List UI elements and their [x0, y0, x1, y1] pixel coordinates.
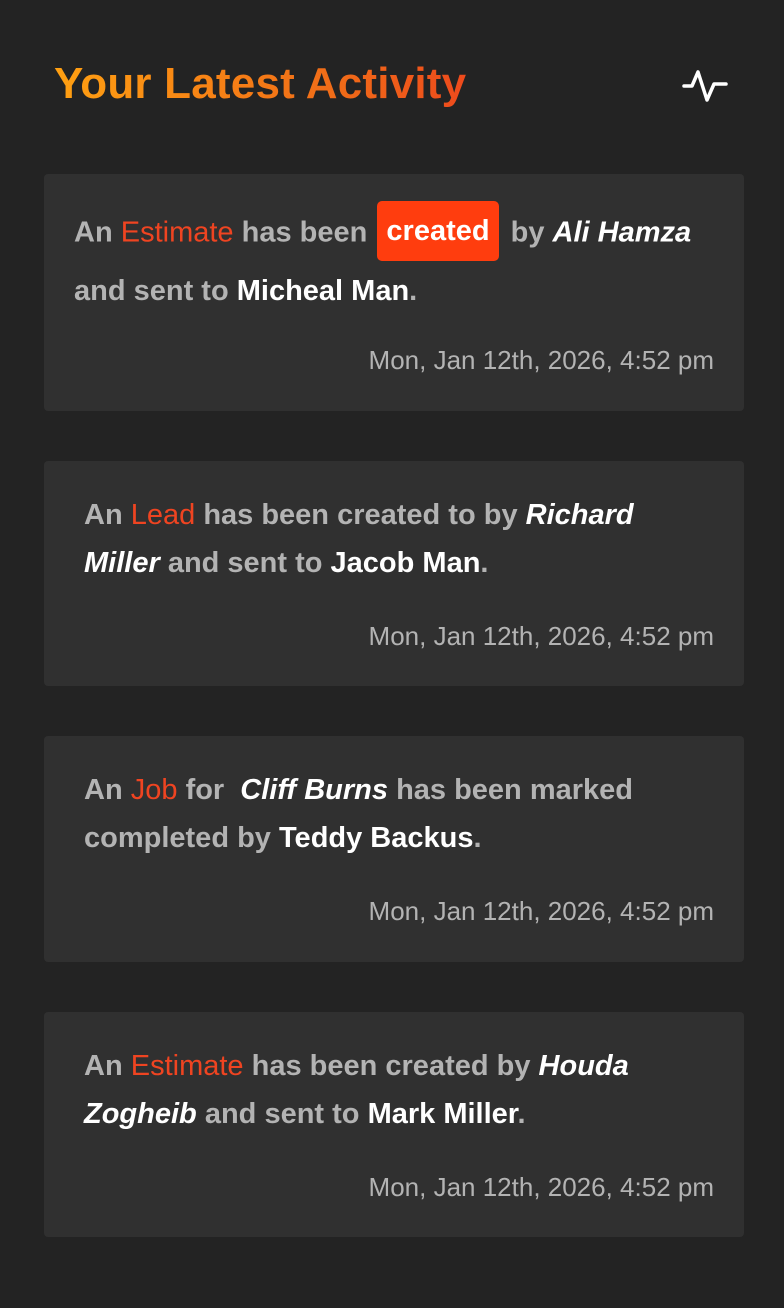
activity-pulse-icon [682, 70, 728, 102]
message-end: . [517, 1098, 526, 1130]
activity-timestamp: Mon, Jan 12th, 2026, 4:52 pm [368, 1172, 714, 1202]
entity-link-estimate[interactable]: Estimate [131, 1050, 244, 1082]
activity-timestamp: Mon, Jan 12th, 2026, 4:52 pm [368, 621, 714, 651]
actor-name[interactable]: Ali Hamza [553, 217, 692, 249]
message-text: has been [241, 216, 368, 249]
activity-message: An Lead has been created to by Richard M… [84, 491, 704, 587]
activity-timestamp: Mon, Jan 12th, 2026, 4:52 pm [368, 345, 714, 375]
activity-card: An Estimate has been created by Houda Zo… [44, 1012, 744, 1237]
message-text: and sent to [167, 547, 323, 579]
entity-link-estimate[interactable]: Estimate [121, 217, 234, 249]
actor-name[interactable]: Cliff Burns [240, 774, 388, 806]
page-header: Your Latest Activity [54, 54, 730, 118]
recipient-name[interactable]: Teddy Backus [279, 822, 473, 854]
activity-message: An Estimate has been created by Ali Hamz… [74, 201, 734, 318]
message-prefix: An [84, 1050, 123, 1082]
activity-timestamp: Mon, Jan 12th, 2026, 4:52 pm [368, 896, 714, 926]
message-text: by [510, 216, 545, 249]
recipient-name[interactable]: Jacob Man [331, 547, 481, 579]
message-text: and sent to [204, 1098, 360, 1130]
recipient-name[interactable]: Mark Miller [368, 1098, 518, 1130]
activity-card: An Job for Cliff Burns has been marked c… [44, 736, 744, 962]
message-prefix: An [84, 774, 123, 806]
message-prefix: An [84, 499, 123, 531]
activity-message: An Estimate has been created by Houda Zo… [84, 1042, 704, 1138]
message-text: has been created to by [203, 499, 518, 531]
message-end: . [473, 822, 482, 854]
action-badge-created: created [377, 201, 499, 261]
activity-card: An Estimate has been created by Ali Hamz… [44, 174, 744, 411]
recipient-name[interactable]: Micheal Man [237, 275, 409, 307]
message-prefix: An [74, 216, 113, 249]
entity-link-lead[interactable]: Lead [131, 499, 196, 531]
message-text: and sent to [74, 275, 229, 307]
message-text: for [185, 774, 225, 806]
activity-message: An Job for Cliff Burns has been marked c… [84, 766, 704, 862]
message-text: has been created by [251, 1050, 531, 1082]
entity-link-job[interactable]: Job [131, 774, 178, 806]
message-end: . [480, 547, 489, 579]
activity-card: An Lead has been created to by Richard M… [44, 461, 744, 686]
activity-button[interactable] [680, 60, 730, 110]
message-end: . [409, 275, 418, 307]
page-title: Your Latest Activity [54, 54, 466, 114]
